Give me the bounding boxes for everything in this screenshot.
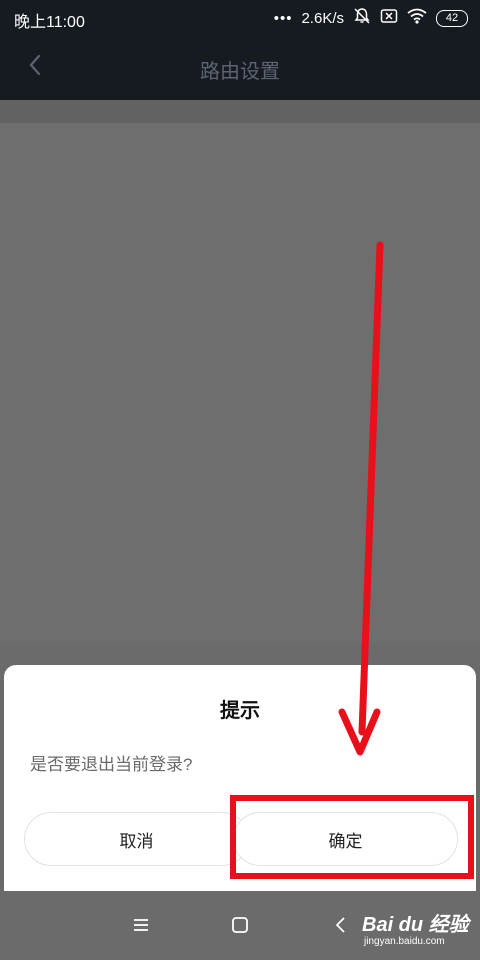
watermark-logo: Bai du 经验 <box>362 914 469 936</box>
watermark-url: jingyan.baidu.com <box>364 936 445 947</box>
battery-icon: 42 <box>436 9 468 27</box>
cancel-button[interactable]: 取消 <box>24 812 249 866</box>
bell-off-icon <box>353 7 371 29</box>
menu-button[interactable] <box>127 913 155 941</box>
nav-back-button[interactable] <box>326 913 354 941</box>
status-time: 晚上11:00 <box>14 14 85 31</box>
wifi-icon <box>407 8 427 28</box>
no-sim-icon <box>380 8 398 28</box>
home-icon <box>231 916 249 939</box>
net-speed: 2.6K/s <box>301 9 344 27</box>
app-bar: 路由设置 <box>0 34 480 100</box>
status-icons: ••• 2.6K/s 42 <box>274 7 468 29</box>
confirm-button[interactable]: 确定 <box>233 812 458 866</box>
dimmed-content-area <box>0 123 480 643</box>
status-bar: 晚上11:00 ••• 2.6K/s 42 <box>0 0 480 34</box>
page-title: 路由设置 <box>200 61 280 83</box>
back-triangle-icon <box>333 916 347 939</box>
baidu-jingyan-watermark: Bai du 经验 jingyan.baidu.com <box>362 906 478 956</box>
dialog-message: 是否要退出当前登录? <box>30 755 193 774</box>
dimmed-header-strip <box>0 100 480 123</box>
dialog-title: 提示 <box>220 700 260 722</box>
menu-icon <box>132 917 150 938</box>
logout-dialog: 提示 是否要退出当前登录? 取消 确定 <box>4 665 476 891</box>
home-button[interactable] <box>226 913 254 941</box>
more-dots: ••• <box>273 9 293 27</box>
